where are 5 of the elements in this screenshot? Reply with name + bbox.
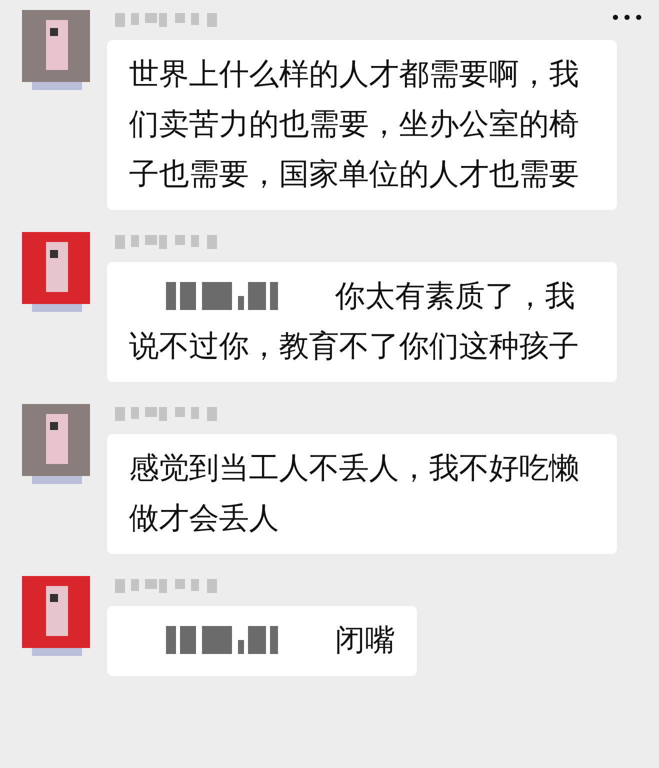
message-text: 感觉到当工人不丢人，我不好吃懒做才会丢人 (129, 451, 579, 536)
message-text: 闭嘴 (335, 623, 395, 658)
message-text: 世界上什么样的人才都需要啊，我们卖苦力的也需要，坐办公室的椅子也需要，国家单位的人才也需要 (129, 57, 579, 192)
more-button[interactable]: ••• (610, 8, 645, 29)
message-text: 你太有素质了，我说不过你，教育不了你们这种孩子 (129, 279, 579, 364)
